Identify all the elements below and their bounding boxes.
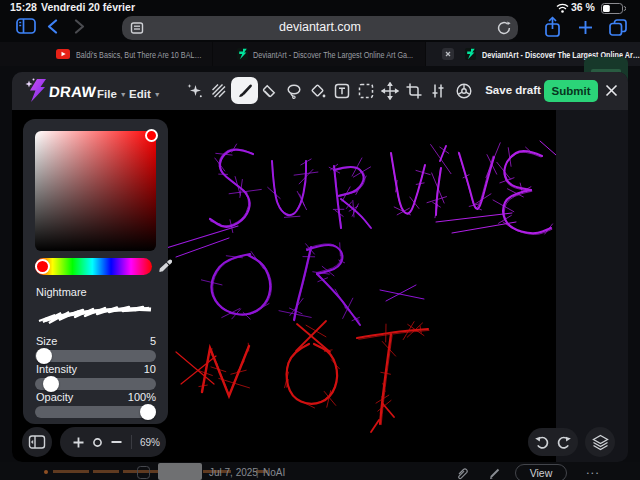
- size-slider[interactable]: [35, 350, 156, 362]
- zoom-reset-button[interactable]: [93, 438, 102, 447]
- more-menu[interactable]: ...: [586, 462, 600, 477]
- tab-title[interactable]: Baldi's Basics, But There Are 10 BALDIS!…: [76, 50, 205, 60]
- back-icon[interactable]: [47, 19, 58, 34]
- fill-tool[interactable]: [306, 79, 330, 103]
- draw-app-modal: DRAW File▼ Edit▼: [12, 72, 628, 462]
- text-tool[interactable]: [330, 79, 354, 103]
- page-behind-strip: Jul 7, 2025 | NoAI View ...: [0, 462, 640, 480]
- color-field-selector[interactable]: [145, 129, 158, 142]
- hatch-pattern-tool[interactable]: [207, 79, 231, 103]
- wifi-icon: [556, 3, 569, 13]
- view-button[interactable]: View: [515, 464, 567, 480]
- intensity-value: 10: [36, 363, 156, 375]
- submit-button[interactable]: Submit: [544, 80, 598, 102]
- youtube-icon: [56, 49, 70, 59]
- undo-button[interactable]: [534, 434, 550, 450]
- deviantart-icon: [465, 48, 476, 60]
- edit-menu-label: Edit: [129, 88, 151, 100]
- reload-icon[interactable]: [496, 20, 512, 36]
- share-icon[interactable]: [544, 16, 561, 38]
- close-tab-icon[interactable]: [442, 48, 454, 60]
- separator: |: [256, 467, 259, 478]
- draw-logo-text: DRAW: [48, 83, 97, 100]
- file-menu[interactable]: File▼: [97, 84, 127, 102]
- hue-slider[interactable]: [35, 258, 152, 275]
- url-bar[interactable]: deviantart.com: [122, 16, 518, 40]
- new-tab-icon[interactable]: [578, 20, 593, 35]
- ai-enhance-tool[interactable]: [183, 79, 207, 103]
- thumbnail[interactable]: [158, 463, 202, 480]
- adjustments-tool[interactable]: [426, 79, 450, 103]
- noai-badge: NoAI: [263, 467, 285, 478]
- forward-icon[interactable]: [74, 19, 85, 34]
- zoom-in-button[interactable]: [73, 437, 84, 448]
- chevron-down-icon: ▼: [154, 91, 161, 98]
- checkbox[interactable]: [137, 466, 150, 479]
- brush-name[interactable]: Nightmare: [36, 286, 87, 298]
- color-field[interactable]: [35, 131, 156, 251]
- pencil-icon[interactable]: [488, 466, 501, 480]
- tab-bar: Baldi's Basics, But There Are 10 BALDIS!…: [0, 42, 640, 66]
- battery-percent: 36 %: [571, 1, 595, 13]
- tabs-overview-icon[interactable]: [609, 19, 627, 36]
- eraser-tool[interactable]: [257, 79, 281, 103]
- opacity-slider[interactable]: [35, 406, 156, 418]
- deviantart-icon: [237, 48, 248, 60]
- eyedropper-icon[interactable]: [156, 258, 172, 274]
- size-slider-knob[interactable]: [36, 348, 52, 364]
- file-menu-label: File: [97, 88, 117, 100]
- collapse-panel-button[interactable]: [22, 427, 52, 457]
- chevron-down-icon: ▼: [120, 91, 127, 98]
- orange-dot: [44, 470, 48, 474]
- intensity-slider[interactable]: [35, 378, 156, 390]
- history-controls: [528, 428, 578, 456]
- dim-link: [53, 470, 89, 473]
- tab-youtube[interactable]: Baldi's Basics, But There Are 10 BALDIS!…: [0, 42, 212, 66]
- deviation-date: Jul 7, 2025: [209, 467, 258, 478]
- edit-menu[interactable]: Edit▼: [129, 84, 161, 102]
- date: Vendredi 20 février: [41, 1, 135, 13]
- opacity-slider-knob[interactable]: [140, 404, 156, 420]
- layers-button[interactable]: [585, 427, 615, 457]
- brush-panel: Nightmare Size 5 Intensity 10 Opacity 10…: [23, 119, 168, 424]
- battery-icon: [601, 3, 626, 14]
- divider: [131, 435, 132, 449]
- hue-selector[interactable]: [35, 259, 50, 274]
- paperclip-icon[interactable]: [455, 466, 468, 480]
- brush-stroke-preview[interactable]: [35, 300, 156, 330]
- save-draft-button[interactable]: Save draft: [484, 84, 542, 96]
- clock: 15:28: [10, 1, 37, 13]
- crop-tool[interactable]: [402, 79, 426, 103]
- zoom-controls: 69%: [60, 427, 166, 457]
- screen: 15:28 Vendredi 20 février 36 % deviantar…: [0, 0, 640, 480]
- tab-deviantart-1[interactable]: DeviantArt - Discover The Largest Online…: [213, 42, 425, 66]
- intensity-slider-knob[interactable]: [43, 376, 59, 392]
- color-wheel-tool[interactable]: [452, 79, 476, 103]
- redo-button[interactable]: [556, 434, 572, 450]
- lasso-tool[interactable]: [282, 79, 306, 103]
- zoom-level[interactable]: 69%: [140, 437, 160, 448]
- sidebar-icon[interactable]: [16, 18, 36, 34]
- url-text[interactable]: deviantart.com: [122, 20, 518, 34]
- size-value: 5: [36, 335, 156, 347]
- brush-tool-selected[interactable]: [231, 77, 258, 104]
- zoom-out-button[interactable]: [111, 440, 122, 444]
- close-icon[interactable]: [604, 83, 619, 98]
- move-tool[interactable]: [378, 79, 402, 103]
- opacity-value: 100%: [36, 391, 156, 403]
- draw-toolbar: DRAW File▼ Edit▼: [12, 72, 628, 110]
- marquee-select-tool[interactable]: [354, 79, 378, 103]
- dim-link: [93, 470, 119, 473]
- draw-logo-icon: [24, 77, 50, 105]
- tab-title[interactable]: DeviantArt - Discover The Largest Online…: [253, 50, 420, 60]
